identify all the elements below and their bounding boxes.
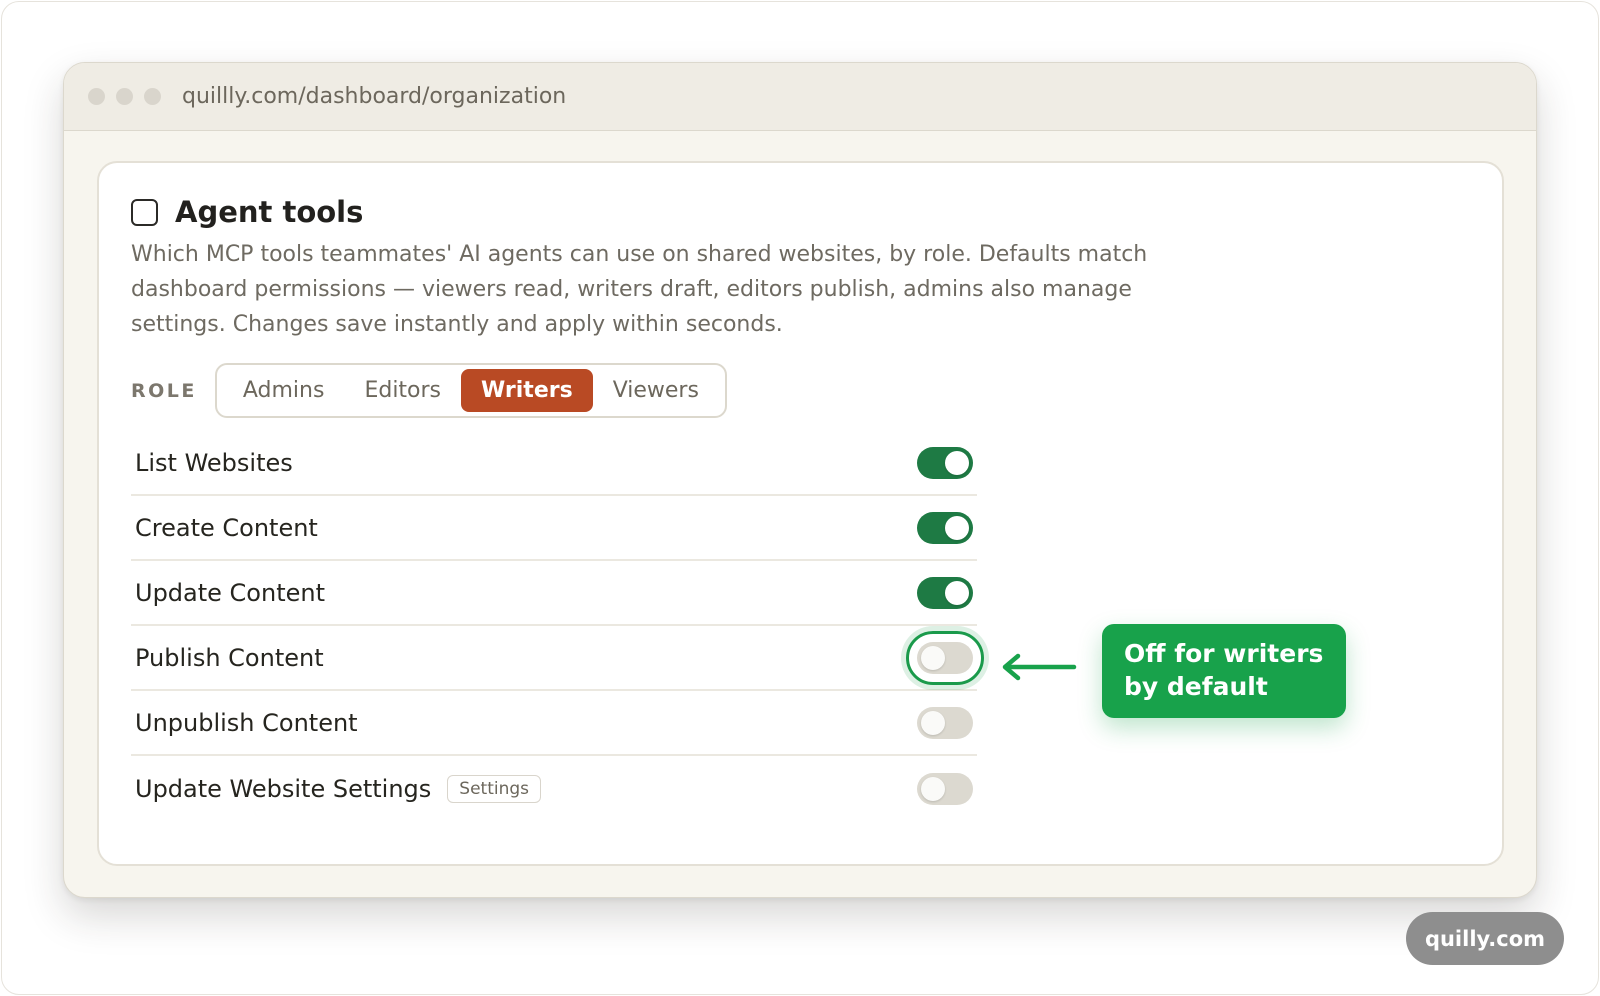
toggle-knob	[945, 450, 969, 475]
watermark-badge: quilly.com	[1406, 912, 1564, 965]
tool-label: Create Content	[135, 513, 318, 542]
role-selector: ROLE Admins Editors Writers Viewers	[131, 363, 727, 418]
browser-titlebar: quillly.com/dashboard/organization	[64, 63, 1536, 131]
role-tab-viewers[interactable]: Viewers	[593, 369, 719, 412]
toggle-update-content[interactable]	[917, 576, 973, 609]
tool-label: List Websites	[135, 448, 293, 477]
card-heading: Agent tools	[131, 195, 363, 229]
agent-tools-checkbox-icon	[131, 198, 158, 226]
tool-label-wrapper: Update Website Settings Settings	[135, 774, 542, 803]
toggle-knob	[945, 580, 969, 605]
window-close-dot[interactable]	[88, 88, 105, 105]
tool-row-publish-content: Publish Content	[131, 626, 984, 691]
tool-row-update-content: Update Content	[131, 561, 977, 626]
settings-tag: Settings	[447, 774, 542, 803]
address-bar-url[interactable]: quillly.com/dashboard/organization	[182, 84, 566, 109]
toggle-knob	[945, 515, 969, 540]
tool-row-list-websites: List Websites	[131, 431, 977, 496]
toggle-update-website-settings[interactable]	[917, 772, 973, 805]
tool-row-unpublish-content: Unpublish Content	[131, 691, 977, 756]
tool-label: Unpublish Content	[135, 708, 358, 737]
card-description: Which MCP tools teammates' AI agents can…	[131, 242, 1148, 337]
toggle-knob	[921, 776, 945, 801]
tool-label: Publish Content	[135, 643, 324, 672]
window-maximize-dot[interactable]	[144, 88, 161, 105]
arrow-left-icon	[1002, 653, 1077, 681]
toggle-knob	[921, 645, 945, 670]
tool-label: Update Content	[135, 578, 325, 607]
browser-window: quillly.com/dashboard/organization Agent…	[63, 62, 1537, 898]
tool-label: Update Website Settings	[135, 774, 432, 803]
tool-row-create-content: Create Content	[131, 496, 977, 561]
callout-line-2: by default	[1124, 672, 1268, 701]
annotation-callout: Off for writers by default	[1102, 624, 1346, 718]
toggle-knob	[921, 710, 945, 735]
toggle-publish-content[interactable]	[917, 641, 973, 674]
agent-tools-card: Agent tools Which MCP tools teammates' A…	[97, 161, 1504, 866]
toggle-create-content[interactable]	[917, 511, 973, 544]
role-label: ROLE	[131, 379, 197, 402]
role-segmented-control: Admins Editors Writers Viewers	[214, 363, 727, 418]
toggle-publish-content-wrapper	[906, 630, 984, 685]
callout-line-1: Off for writers	[1124, 639, 1324, 668]
window-minimize-dot[interactable]	[116, 88, 133, 105]
role-tab-writers[interactable]: Writers	[461, 369, 593, 412]
role-tab-admins[interactable]: Admins	[223, 369, 345, 412]
tool-permission-list: List Websites Create Content Update Cont…	[131, 431, 984, 821]
role-tab-editors[interactable]: Editors	[344, 369, 461, 412]
toggle-list-websites[interactable]	[917, 446, 973, 479]
card-title: Agent tools	[175, 195, 364, 229]
tool-row-update-website-settings: Update Website Settings Settings	[131, 756, 977, 821]
toggle-unpublish-content[interactable]	[917, 706, 973, 739]
